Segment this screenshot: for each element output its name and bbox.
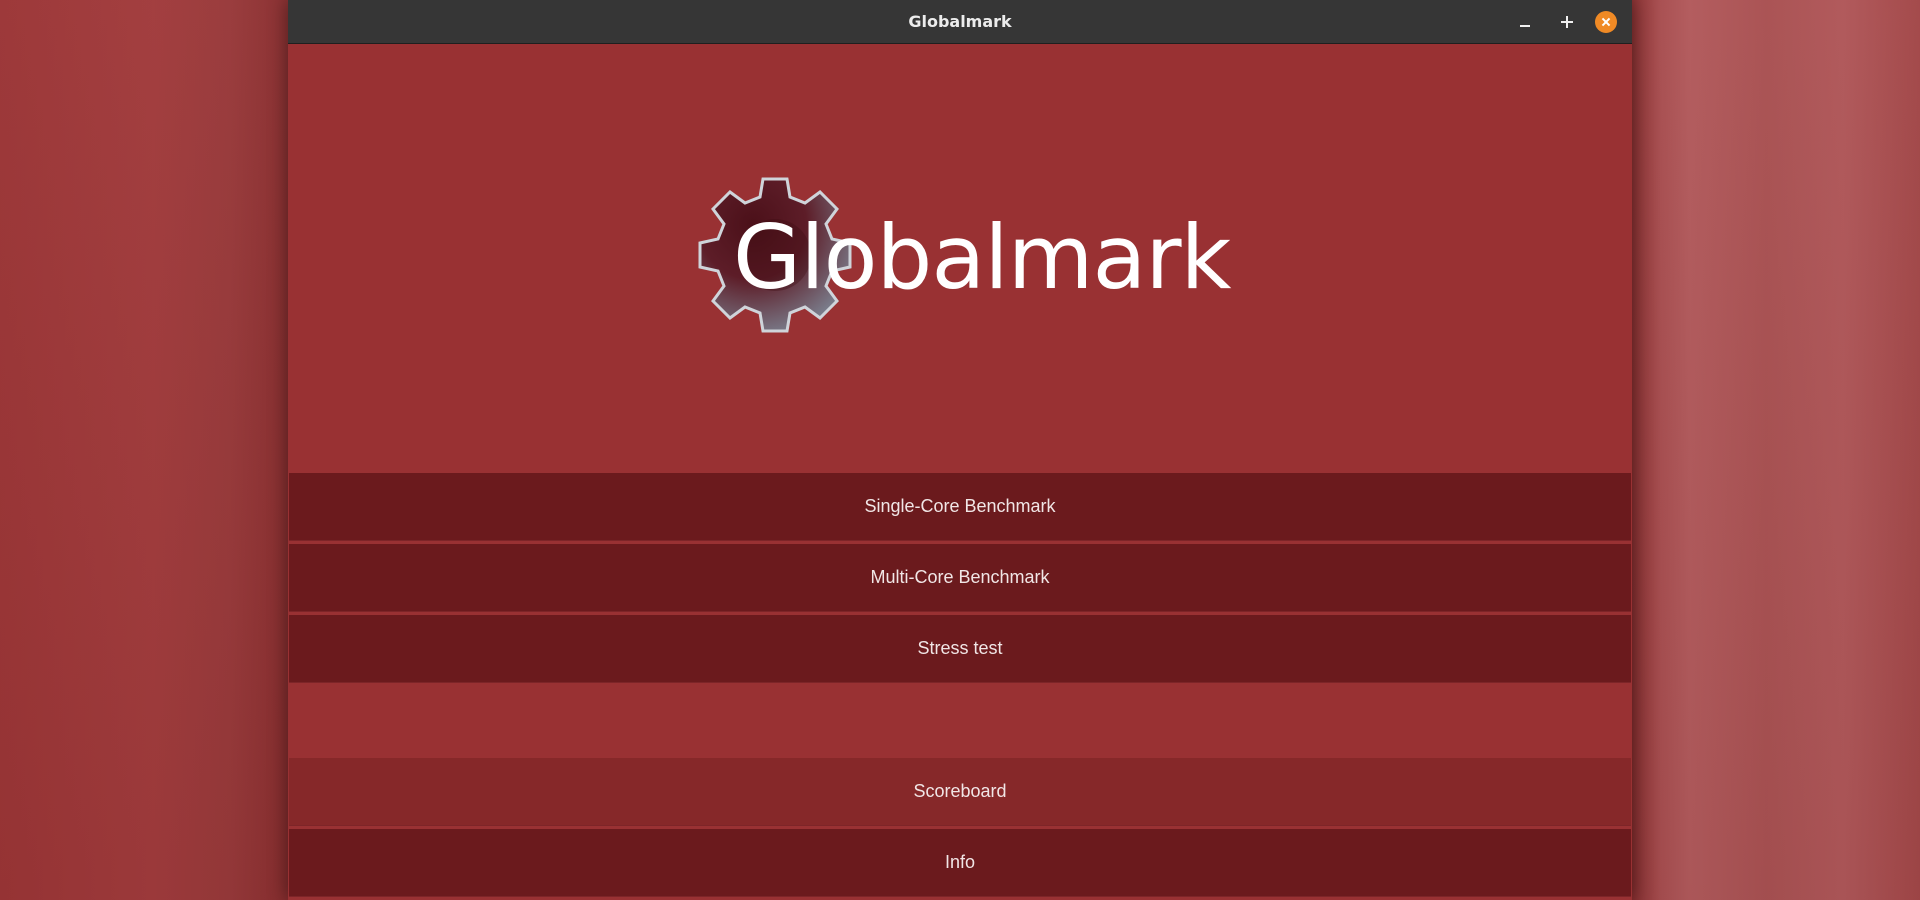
minimize-button[interactable]	[1514, 11, 1536, 33]
close-button[interactable]	[1595, 11, 1617, 33]
window-title: Globalmark	[908, 12, 1012, 31]
app-logo: Globalmark	[693, 174, 1253, 344]
multi-core-benchmark-button[interactable]: Multi-Core Benchmark	[289, 544, 1631, 612]
info-button[interactable]: Info	[289, 829, 1631, 897]
app-window: Globalmark Globalmark Single-Core Benchm…	[288, 0, 1632, 900]
scoreboard-button[interactable]: Scoreboard	[289, 758, 1631, 826]
stress-test-button[interactable]: Stress test	[289, 615, 1631, 683]
hero-area: Globalmark	[288, 44, 1632, 473]
maximize-button[interactable]	[1556, 11, 1578, 33]
titlebar[interactable]: Globalmark	[288, 0, 1632, 44]
logo-wordmark: Globalmark	[733, 206, 1232, 309]
single-core-benchmark-button[interactable]: Single-Core Benchmark	[289, 473, 1631, 541]
